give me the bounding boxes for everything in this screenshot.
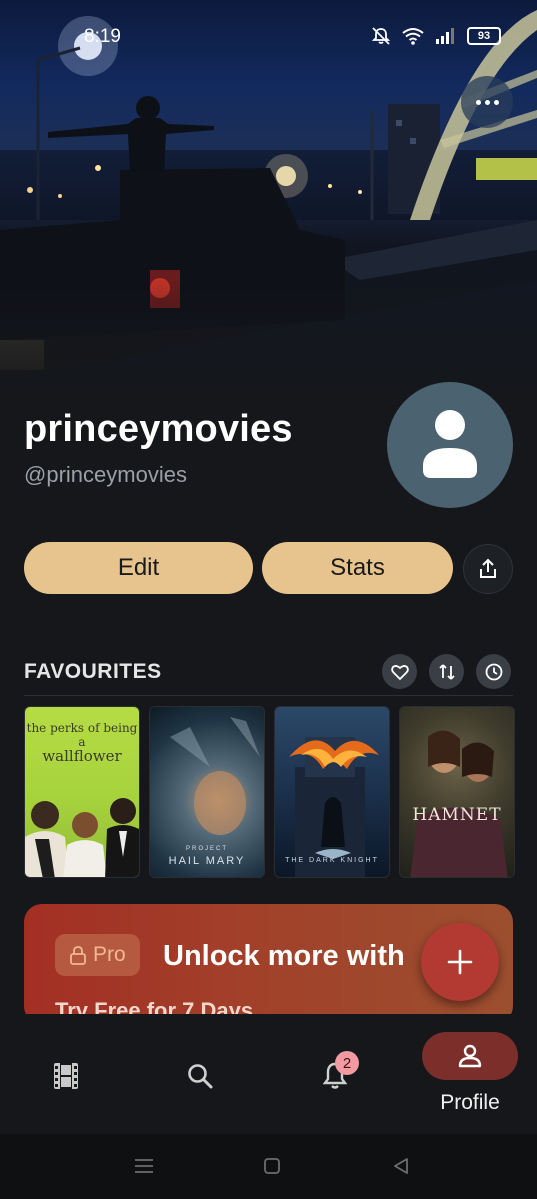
favourites-swap-button[interactable]: [429, 654, 464, 689]
battery-icon: 93: [467, 27, 501, 45]
edit-profile-button[interactable]: Edit: [24, 542, 253, 594]
favourites-heart-button[interactable]: [382, 654, 417, 689]
poster-perks-of-being-a-wallflower[interactable]: the perks of being a wallflower: [24, 706, 140, 878]
add-button[interactable]: [421, 923, 499, 1001]
system-back-button[interactable]: [389, 1154, 413, 1178]
favourites-filters: [382, 654, 511, 689]
status-bar: 8:19 93: [0, 0, 537, 70]
poster-art: [289, 737, 379, 877]
plus-icon: [447, 949, 473, 975]
poster-art: [25, 798, 139, 877]
favourites-divider: [24, 695, 513, 696]
bottom-navigation: 2 Profile: [0, 1014, 537, 1134]
film-icon: [54, 1063, 78, 1089]
poster-project-hail-mary[interactable]: PROJECT HAIL MARY: [149, 706, 265, 878]
nav-profile-label: Profile: [440, 1091, 500, 1114]
poster-title: PROJECT HAIL MARY: [168, 846, 246, 867]
system-navigation-bar: [0, 1134, 537, 1199]
poster-hamnet[interactable]: HAMNET: [399, 706, 515, 878]
share-button[interactable]: [463, 544, 513, 594]
status-icons: 93: [371, 26, 501, 46]
more-options-button[interactable]: [461, 76, 513, 128]
swap-icon: [438, 663, 455, 680]
pro-banner-title: Unlock more with: [163, 940, 405, 972]
search-icon: [188, 1064, 213, 1089]
system-home-button[interactable]: [260, 1154, 284, 1178]
battery-level: 93: [477, 30, 491, 42]
poster-title: HAMNET: [412, 805, 502, 825]
nav-profile[interactable]: [422, 1032, 518, 1080]
favourites-clock-button[interactable]: [476, 654, 511, 689]
home-icon: [264, 1158, 280, 1174]
heart-icon: [390, 664, 409, 680]
nav-films[interactable]: [44, 1054, 88, 1098]
avatar[interactable]: [387, 382, 513, 508]
person-icon: [458, 1044, 482, 1068]
clock-icon: [485, 663, 502, 680]
more-horizontal-icon: [475, 99, 481, 105]
wifi-icon: [402, 28, 424, 45]
notification-count-badge: 2: [335, 1051, 359, 1075]
system-menu-button[interactable]: [132, 1154, 156, 1178]
status-time: 8:19: [84, 26, 121, 47]
profile-display-name: princeymovies: [24, 408, 293, 450]
pro-badge: Pro: [55, 934, 140, 976]
poster-the-dark-knight[interactable]: THE DARK KNIGHT: [274, 706, 390, 878]
favourites-title: FAVOURITES: [24, 660, 162, 683]
back-icon: [394, 1158, 408, 1174]
poster-title: THE DARK KNIGHT: [285, 857, 379, 864]
poster-art: [410, 730, 508, 877]
person-icon: [423, 410, 477, 478]
favourites-posters: the perks of being a wallflower PROJECT …: [24, 706, 515, 878]
share-icon: [480, 558, 496, 578]
nav-search[interactable]: [178, 1054, 222, 1098]
signal-icon: [436, 28, 454, 44]
stats-button[interactable]: Stats: [262, 542, 453, 594]
profile-handle: @princeymovies: [24, 462, 187, 487]
menu-icon: [135, 1159, 153, 1173]
bell-off-icon: [371, 27, 391, 45]
pro-badge-label: Pro: [93, 943, 126, 966]
lock-icon: [70, 946, 86, 965]
